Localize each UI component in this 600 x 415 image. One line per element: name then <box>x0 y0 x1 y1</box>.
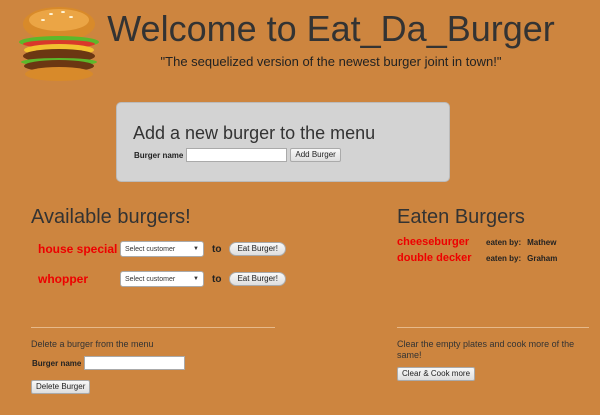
customer-select-value: Select customer <box>125 275 176 283</box>
eater-name: Graham <box>527 254 558 263</box>
eat-burger-button[interactable]: Eat Burger! <box>229 242 286 256</box>
customer-select[interactable]: Select customer ▼ <box>120 271 204 287</box>
eaten-burger-name: double decker <box>397 252 472 264</box>
eaten-by-label: eaten by: <box>486 238 522 247</box>
burger-name-label: Burger name <box>134 150 184 160</box>
page-title: Welcome to Eat_Da_Burger <box>107 8 555 49</box>
clear-cook-button[interactable]: Clear & Cook more <box>397 367 476 381</box>
delete-burger-button[interactable]: Delete Burger <box>31 380 91 394</box>
burger-name-input[interactable] <box>186 148 288 162</box>
eaten-burger-row: cheeseburger eaten by: Mathew <box>397 236 556 248</box>
customer-select-value: Select customer <box>125 245 176 253</box>
available-burgers-heading: Available burgers! <box>31 206 191 228</box>
add-burger-button[interactable]: Add Burger <box>290 148 341 162</box>
burger-name: whopper <box>38 272 88 286</box>
burger-name: house special <box>38 242 118 256</box>
add-burger-heading: Add a new burger to the menu <box>133 123 376 143</box>
to-label: to <box>212 243 222 255</box>
customer-select[interactable]: Select customer ▼ <box>120 241 204 257</box>
delete-burger-input[interactable] <box>84 356 186 370</box>
available-burger-row: whopper Select customer ▼ to Eat Burger! <box>38 271 286 287</box>
eaten-burger-name: cheeseburger <box>397 236 470 248</box>
eaten-burgers-heading: Eaten Burgers <box>397 206 525 228</box>
eaten-by-label: eaten by: <box>486 254 522 263</box>
available-burger-row: house special Select customer ▼ to Eat B… <box>38 241 286 257</box>
tagline: "The sequelized version of the newest bu… <box>160 54 502 69</box>
delete-burger-heading: Delete a burger from the menu <box>31 339 154 349</box>
eaten-burger-row: double decker eaten by: Graham <box>397 252 557 264</box>
eater-name: Mathew <box>527 238 557 247</box>
clear-plates-text: Clear the empty plates and cook more of … <box>397 339 575 360</box>
chevron-down-icon: ▼ <box>193 276 199 282</box>
add-burger-panel: Add a new burger to the menu Burger name… <box>116 102 450 182</box>
eat-burger-button[interactable]: Eat Burger! <box>229 272 286 286</box>
divider <box>31 327 275 328</box>
to-label: to <box>212 273 222 285</box>
divider <box>397 327 589 328</box>
delete-burger-name-label: Burger name <box>32 358 82 368</box>
chevron-down-icon: ▼ <box>193 246 199 252</box>
